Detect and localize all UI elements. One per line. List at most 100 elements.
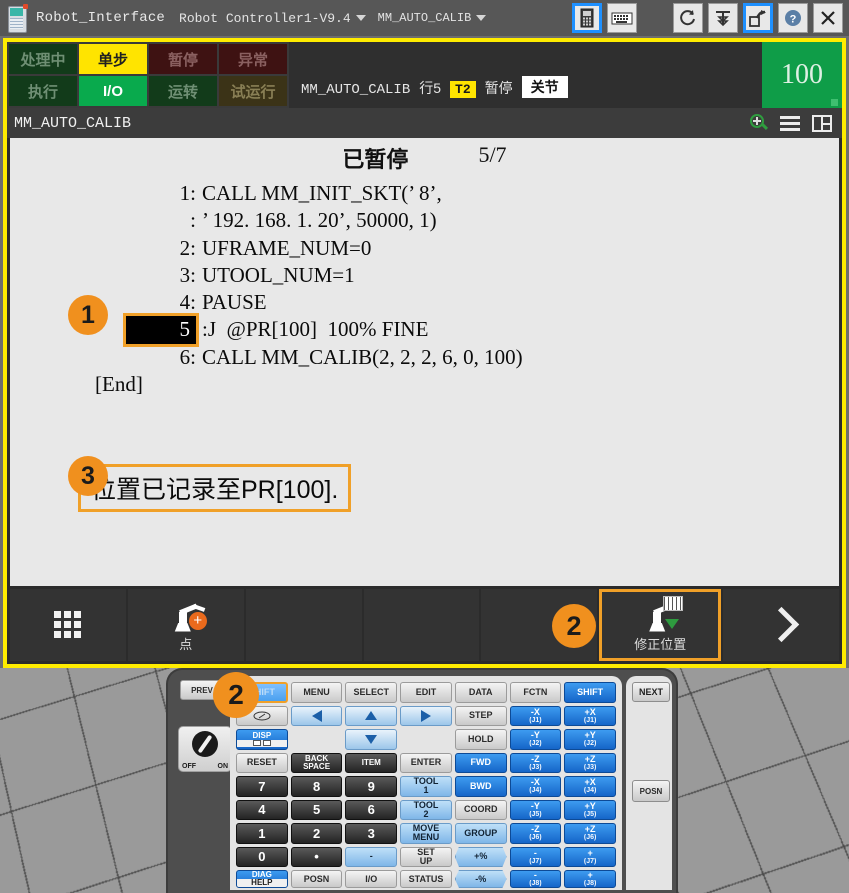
callout-1: 1 [68, 295, 108, 335]
pendant-key-setup[interactable]: SETUP [400, 847, 452, 868]
pendant-key-5[interactable]: 5 [291, 800, 343, 821]
program-line-number: 2: [10, 235, 202, 262]
pendant-key-enter[interactable]: ENTER [400, 753, 452, 774]
program-line[interactable]: 6: CALL MM_CALIB(2, 2, 2, 6, 0, 100) [10, 344, 839, 371]
pendant-key-jog-minus-y-j5[interactable]: -Y(J5) [510, 800, 562, 821]
pendant-key-6[interactable]: 6 [345, 800, 397, 821]
pendant-key-jog-minus-x-j1[interactable]: -X(J1) [510, 706, 562, 727]
pendant-key-edit[interactable]: EDIT [400, 682, 452, 703]
pendant-key-arrow-up[interactable] [345, 706, 397, 727]
program-line-selected[interactable]: 5 :J @PR[100] 100% FINE [10, 316, 839, 343]
function-button-empty-4[interactable] [364, 589, 480, 661]
program-line[interactable]: 4: PAUSE [10, 289, 839, 316]
pendant-key-step[interactable]: STEP [455, 706, 507, 727]
pendant-key-jog-plus-z-j3[interactable]: +Z(J3) [564, 753, 616, 774]
program-line-text: UTOOL_NUM=1 [202, 262, 355, 289]
pendant-key-io[interactable]: I/O [345, 870, 397, 888]
paused-label: 已暂停 [342, 142, 408, 174]
status-cell-running: 执行 [9, 76, 77, 106]
pendant-key-menu[interactable]: MENU [291, 682, 343, 703]
pendant-key-posn[interactable]: POSN [291, 870, 343, 888]
callout-2-touchup: 2 [552, 604, 596, 648]
pendant-key-jog-plus-j8[interactable]: +(J8) [564, 870, 616, 888]
function-button-empty-3[interactable] [246, 589, 362, 661]
pendant-key-7[interactable]: 7 [236, 776, 288, 797]
pendant-key-3[interactable]: 3 [345, 823, 397, 844]
pendant-key-shift-right[interactable]: SHIFT [564, 682, 616, 703]
pendant-key-item[interactable]: ITEM [345, 753, 397, 774]
pendant-key-jog-plus-x-j4[interactable]: +X(J4) [564, 776, 616, 797]
program-line-text: PAUSE [202, 289, 267, 316]
pendant-key-next[interactable]: NEXT [632, 682, 670, 702]
pendant-key-bwd[interactable]: BWD [455, 776, 507, 797]
reset-icon[interactable] [673, 3, 703, 33]
program-line[interactable]: 3: UTOOL_NUM=1 [10, 262, 839, 289]
pendant-key-jog-plus-j7[interactable]: +(J7) [564, 847, 616, 868]
pendant-key-minus[interactable]: - [345, 847, 397, 868]
pendant-key-arrow-down[interactable] [345, 729, 397, 750]
zoom-in-icon[interactable] [750, 114, 768, 132]
function-button-grid[interactable] [10, 589, 126, 661]
pendant-key-0[interactable]: 0 [236, 847, 288, 868]
override-indicator-icon [831, 99, 838, 106]
jog-icon[interactable] [743, 3, 773, 33]
pendant-key-9[interactable]: 9 [345, 776, 397, 797]
pendant-key-posn-right[interactable]: POSN [632, 780, 670, 802]
pendant-key-1[interactable]: 1 [236, 823, 288, 844]
pendant-key-jog-plus-x-j1[interactable]: +X(J1) [564, 706, 616, 727]
pendant-key-tool2[interactable]: TOOL2 [400, 800, 452, 821]
pendant-key-jog-minus-j7[interactable]: -(J7) [510, 847, 562, 868]
pendant-key-jog-minus-y-j2[interactable]: -Y(J2) [510, 729, 562, 750]
pendant-key-data[interactable]: DATA [455, 682, 507, 703]
pendant-key-select[interactable]: SELECT [345, 682, 397, 703]
pendant-key-dot[interactable]: • [291, 847, 343, 868]
pendant-key-speed-down[interactable]: -% [455, 870, 507, 888]
pendant-key-hold[interactable]: HOLD [455, 729, 507, 750]
program-selector[interactable]: MM_AUTO_CALIB [378, 11, 487, 25]
status-message-row: 位置已记录至PR[100]. [78, 464, 839, 512]
pendant-key-group[interactable]: GROUP [455, 823, 507, 844]
pendant-key-diag-help[interactable]: DIAG HELP [236, 870, 288, 888]
pendant-key-speed-up[interactable]: +% [455, 847, 507, 868]
status-badge-coord: 关节 [522, 76, 568, 98]
pendant-key-jog-plus-z-j6[interactable]: +Z(J6) [564, 823, 616, 844]
keyboard-icon[interactable] [607, 3, 637, 33]
close-icon[interactable] [813, 3, 843, 33]
pendant-key-8[interactable]: 8 [291, 776, 343, 797]
pendant-key-disp[interactable]: DISP [236, 729, 288, 750]
controller-selector[interactable]: Robot Controller1-V9.4 [179, 11, 366, 26]
layout-icon[interactable] [812, 115, 832, 132]
menu-icon[interactable] [780, 116, 800, 131]
pendant-key-4[interactable]: 4 [236, 800, 288, 821]
pendant-key-reset[interactable]: RESET [236, 753, 288, 774]
pendant-key-jog-minus-x-j4[interactable]: -X(J4) [510, 776, 562, 797]
function-button-teach-point[interactable]: + 点 [128, 589, 244, 661]
pendant-key-2[interactable]: 2 [291, 823, 343, 844]
pendant-power-knob[interactable]: OFF ON [178, 726, 232, 772]
pendant-key-jog-plus-y-j5[interactable]: +Y(J5) [564, 800, 616, 821]
pendant-key-backspace[interactable]: BACKSPACE [291, 753, 343, 774]
program-line[interactable]: 1: CALL MM_INIT_SKT(’ 8’, [10, 180, 839, 207]
program-line[interactable]: 2: UFRAME_NUM=0 [10, 235, 839, 262]
pendant-key-jog-plus-y-j2[interactable]: +Y(J2) [564, 729, 616, 750]
function-button-next-page[interactable] [723, 589, 839, 661]
pendant-key-arrow-right[interactable] [400, 706, 452, 727]
speed-override-badge[interactable]: 100 [762, 42, 842, 108]
pendant-view-icon[interactable] [572, 3, 602, 33]
pendant-key-jog-minus-j8[interactable]: -(J8) [510, 870, 562, 888]
title-bar: Robot_Interface Robot Controller1-V9.4 M… [0, 0, 849, 36]
calibration-icon[interactable] [708, 3, 738, 33]
pendant-key-fctn[interactable]: FCTN [510, 682, 562, 703]
pendant-key-jog-minus-z-j3[interactable]: -Z(J3) [510, 753, 562, 774]
pendant-key-jog-minus-z-j6[interactable]: -Z(J6) [510, 823, 562, 844]
pendant-key-status[interactable]: STATUS [400, 870, 452, 888]
pendant-key-fwd[interactable]: FWD [455, 753, 507, 774]
help-icon[interactable]: ? [778, 3, 808, 33]
pendant-key-tool1[interactable]: TOOL1 [400, 776, 452, 797]
chevron-right-icon [763, 606, 798, 641]
pendant-key-coord[interactable]: COORD [455, 800, 507, 821]
function-button-touchup-position[interactable]: 修正位置 [599, 589, 721, 661]
program-line[interactable]: : ’ 192. 168. 1. 20’, 50000, 1) [10, 207, 839, 234]
pendant-key-move-menu[interactable]: MOVEMENU [400, 823, 452, 844]
pendant-key-arrow-left[interactable] [291, 706, 343, 727]
